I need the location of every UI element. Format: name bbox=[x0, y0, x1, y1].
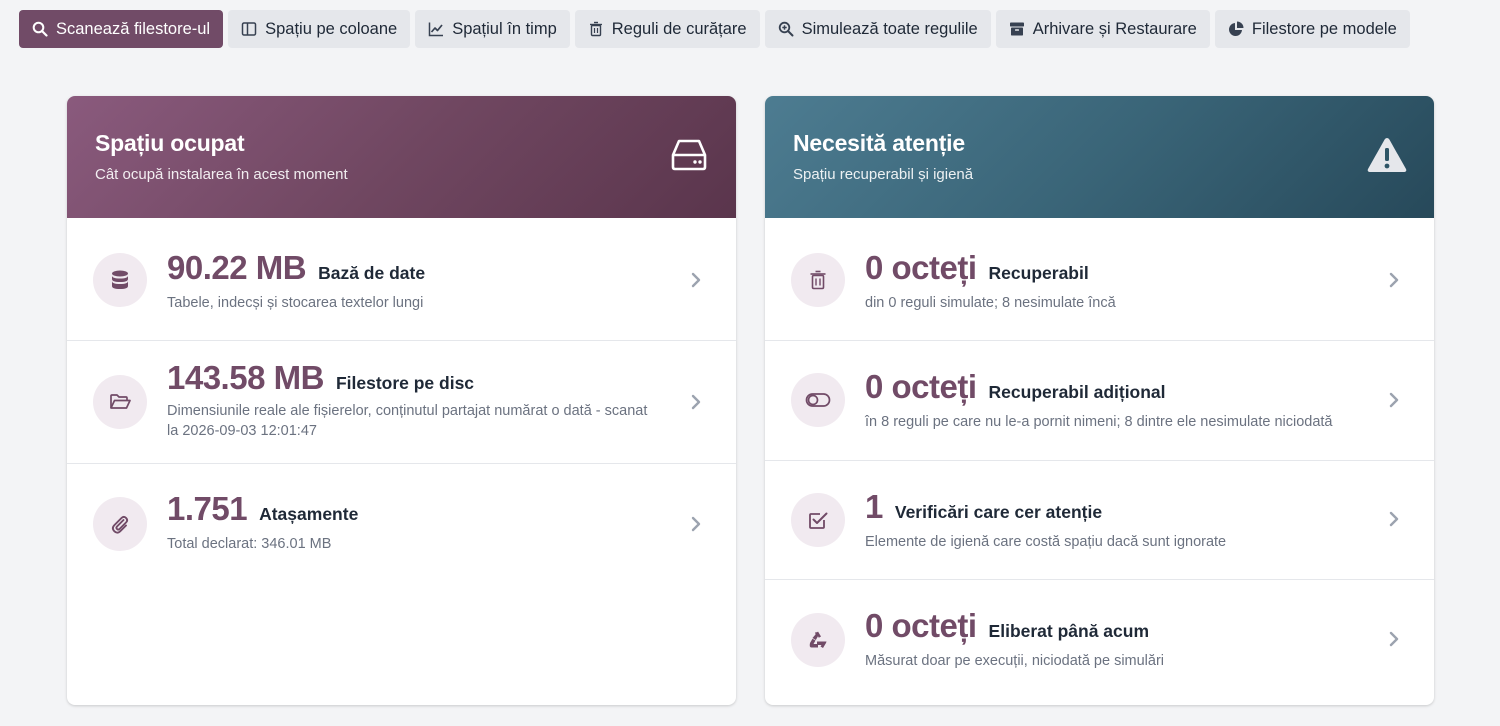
card-title: Spațiu ocupat bbox=[95, 130, 245, 156]
toggle-off-icon bbox=[805, 393, 831, 407]
warning-icon bbox=[1367, 138, 1407, 172]
freed-so-far-desc: Măsurat doar pe execuții, niciodată pe s… bbox=[865, 653, 1165, 669]
hygiene-checks-count: 1 bbox=[865, 488, 883, 525]
toggle-off-icon-wrap bbox=[791, 373, 845, 427]
chart-line-icon bbox=[428, 22, 444, 37]
additional-recoverable-value: 0 octeți bbox=[865, 368, 977, 405]
needs-attention-card: Necesită atenție Spațiu recuperabil și i… bbox=[765, 96, 1434, 705]
scan-filestore-label: Scanează filestore-ul bbox=[56, 19, 211, 38]
paperclip-icon bbox=[111, 515, 129, 534]
card-subtitle: Cât ocupă instalarea în acest moment bbox=[95, 166, 348, 183]
attachments-label: Atașamente bbox=[259, 504, 359, 524]
archive-restore-button[interactable]: Arhivare și Restaurare bbox=[995, 10, 1210, 48]
cleanup-rules-label: Reguli de curățare bbox=[611, 19, 747, 38]
additional-recoverable-label: Recuperabil adițional bbox=[988, 382, 1166, 402]
additional-recoverable-row[interactable]: 0 octeți Recuperabil adițional în 8 regu… bbox=[765, 341, 1434, 461]
hard-drive-icon bbox=[671, 139, 707, 171]
trash-icon bbox=[810, 270, 826, 290]
filestore-disk-size: 143.58 MB bbox=[167, 359, 324, 396]
pie-chart-icon bbox=[1228, 21, 1244, 36]
additional-recoverable-desc: în 8 reguli pe care nu le-a pornit nimen… bbox=[865, 414, 1333, 430]
chevron-right-icon bbox=[691, 516, 701, 532]
chevron-right-icon bbox=[691, 272, 701, 288]
hygiene-checks-row[interactable]: 1 Verificări care cer atenție Elemente d… bbox=[765, 461, 1434, 580]
occupied-space-card: Spațiu ocupat Cât ocupă instalarea în ac… bbox=[67, 96, 736, 705]
folder-open-icon-wrap bbox=[93, 375, 147, 429]
filestore-by-models-label: Filestore pe modele bbox=[1251, 19, 1397, 38]
archive-icon bbox=[1009, 22, 1024, 36]
hygiene-checks-label: Verificări care cer atenție bbox=[894, 502, 1103, 522]
columns-icon bbox=[241, 22, 257, 36]
space-over-time-label: Spațiul în timp bbox=[452, 19, 557, 38]
search-plus-icon bbox=[778, 21, 794, 37]
chevron-right-icon bbox=[691, 394, 701, 410]
freed-so-far-label: Eliberat până acum bbox=[988, 621, 1150, 641]
database-label: Bază de date bbox=[318, 263, 426, 283]
attachments-desc: Total declarat: 346.01 MB bbox=[167, 536, 332, 552]
simulate-all-rules-button[interactable]: Simulează toate regulile bbox=[764, 10, 991, 48]
attachments-count: 1.751 bbox=[167, 490, 248, 527]
folder-open-icon bbox=[110, 394, 131, 409]
search-icon bbox=[32, 21, 48, 37]
database-row[interactable]: 90.22 MB Bază de date Tabele, indecși și… bbox=[67, 218, 736, 341]
toolbar: Scanează filestore-ul Spațiu pe coloane … bbox=[19, 10, 1480, 48]
filestore-by-models-button[interactable]: Filestore pe modele bbox=[1214, 10, 1410, 48]
recoverable-row[interactable]: 0 octeți Recuperabil din 0 reguli simula… bbox=[765, 218, 1434, 341]
recoverable-desc: din 0 reguli simulate; 8 nesimulate încă bbox=[865, 295, 1116, 311]
occupied-space-header: Spațiu ocupat Cât ocupă instalarea în ac… bbox=[67, 96, 736, 218]
cleanup-rules-button[interactable]: Reguli de curățare bbox=[574, 10, 760, 48]
hygiene-checks-desc: Elemente de igienă care costă spațiu dac… bbox=[865, 534, 1227, 550]
space-over-time-button[interactable]: Spațiul în timp bbox=[415, 10, 570, 48]
filestore-disk-label: Filestore pe disc bbox=[335, 373, 475, 393]
scan-filestore-button[interactable]: Scanează filestore-ul bbox=[19, 10, 224, 48]
card-subtitle: Spațiu recuperabil și igienă bbox=[793, 166, 974, 183]
filestore-disk-row[interactable]: 143.58 MB Filestore pe disc Dimensiunile… bbox=[67, 341, 736, 464]
recycle-icon-wrap bbox=[791, 613, 845, 667]
card-title: Necesită atenție bbox=[793, 130, 965, 156]
check-square-icon bbox=[809, 512, 828, 529]
chevron-right-icon bbox=[1389, 631, 1399, 647]
archive-restore-label: Arhivare și Restaurare bbox=[1032, 19, 1197, 38]
database-size: 90.22 MB bbox=[167, 249, 307, 286]
recycle-icon bbox=[809, 631, 827, 648]
recoverable-value: 0 octeți bbox=[865, 249, 977, 286]
attachments-row[interactable]: 1.751 Atașamente Total declarat: 346.01 … bbox=[67, 464, 736, 704]
database-icon bbox=[112, 270, 128, 289]
paperclip-icon-wrap bbox=[93, 497, 147, 551]
filestore-disk-desc: Dimensiunile reale ale fișierelor, conți… bbox=[167, 403, 648, 439]
chevron-right-icon bbox=[1389, 272, 1399, 288]
check-square-icon-wrap bbox=[791, 493, 845, 547]
database-icon-wrap bbox=[93, 253, 147, 307]
trash-icon bbox=[589, 21, 602, 37]
space-by-columns-label: Spațiu pe coloane bbox=[265, 19, 398, 38]
space-by-columns-button[interactable]: Spațiu pe coloane bbox=[228, 10, 411, 48]
trash-icon-wrap bbox=[791, 253, 845, 307]
recoverable-label: Recuperabil bbox=[988, 263, 1089, 283]
simulate-all-rules-label: Simulează toate regulile bbox=[801, 19, 978, 38]
chevron-right-icon bbox=[1389, 392, 1399, 408]
chevron-right-icon bbox=[1389, 511, 1399, 527]
freed-so-far-value: 0 octeți bbox=[865, 607, 977, 644]
database-desc: Tabele, indecși și stocarea textelor lun… bbox=[167, 295, 424, 311]
freed-so-far-row[interactable]: 0 octeți Eliberat până acum Măsurat doar… bbox=[765, 580, 1434, 705]
needs-attention-header: Necesită atenție Spațiu recuperabil și i… bbox=[765, 96, 1434, 218]
